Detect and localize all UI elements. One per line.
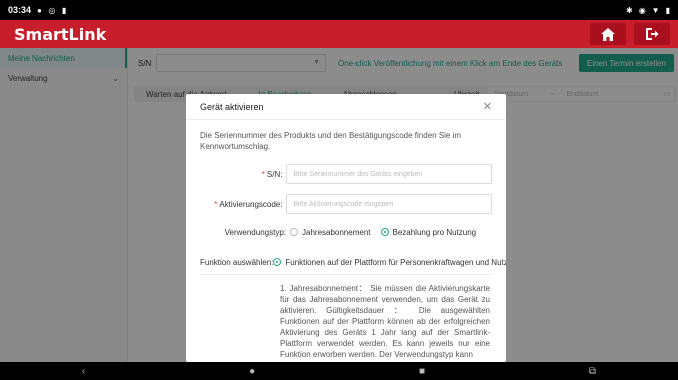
dialog-header: Gerät aktivieren ✕	[186, 94, 506, 120]
home-button[interactable]	[590, 23, 626, 45]
sn-label-text: S/N:	[266, 169, 283, 179]
function-label: Funktion auswählen:	[200, 257, 274, 267]
radio-label: Funktionen auf der Plattform für Persone…	[285, 257, 506, 267]
status-bar: 03:34 ● ◎ ▮ ✱ ◉ ▼ ▮	[0, 0, 678, 20]
logout-icon	[646, 28, 659, 40]
divider	[200, 274, 492, 275]
dialog-body: Die Seriennummer des Produkts und den Be…	[186, 120, 506, 362]
android-nav-bar: ‹ ● ■ ⧉	[0, 362, 678, 380]
recents-icon[interactable]: ■	[419, 366, 425, 377]
bluetooth-icon: ✱	[625, 5, 633, 15]
usage-type-label: Verwendungstyp:	[224, 227, 286, 237]
location-icon: ●	[37, 6, 42, 15]
code-label-text: Aktivierungscode:	[219, 199, 283, 209]
code-field-label: * Aktivierungscode:	[214, 199, 283, 209]
sn-input[interactable]: Bitte Seriennummer des Geräts eingeben	[286, 164, 492, 184]
dialog-description: Die Seriennummer des Produkts und den Be…	[200, 131, 462, 151]
home-icon	[601, 27, 615, 41]
radio-function-platform[interactable]: Funktionen auf der Plattform für Persone…	[273, 258, 506, 267]
dialog-title: Gerät aktivieren	[200, 101, 264, 112]
function-select-row: Funktion auswählen: Funktionen auf der P…	[200, 254, 506, 270]
radio-icon	[290, 228, 298, 236]
radio-selected-icon	[380, 228, 389, 236]
activation-code-input[interactable]: Bitte Aktivierungscode eingeben	[286, 194, 492, 214]
status-right-icons: ✱ ◉ ▼ ▮	[626, 6, 670, 15]
radio-annual-subscription[interactable]: Jahresabonnement	[290, 228, 371, 237]
status-left-icons: ● ◎ ▮	[37, 5, 70, 15]
app-icon: ◎	[48, 6, 56, 15]
usage-type-row: Verwendungstyp: Jahresabonnement Bezahlu…	[200, 224, 492, 240]
location-icon: ◉	[638, 5, 646, 15]
close-icon[interactable]: ✕	[483, 100, 492, 113]
logout-button[interactable]	[634, 23, 670, 45]
activate-device-dialog: Gerät aktivieren ✕ Die Seriennummer des …	[186, 94, 506, 362]
app-header: SmartLink	[0, 20, 678, 48]
status-time: 03:34	[8, 5, 32, 15]
battery-icon: ▮	[665, 5, 670, 15]
home-nav-icon[interactable]: ●	[249, 366, 255, 377]
subscription-info-text: 1. Jahresabonnement： Sie müssen die Akti…	[280, 284, 490, 359]
radio-label: Jahresabonnement	[302, 227, 371, 237]
radio-pay-per-use[interactable]: Bezahlung pro Nutzung	[380, 227, 477, 237]
screenshot-icon[interactable]: ⧉	[589, 366, 596, 377]
code-form-row: * Aktivierungscode: Bitte Aktivierungscod…	[200, 194, 492, 214]
sn-field-label: * S/N:	[261, 169, 283, 179]
brand-logo: SmartLink	[14, 24, 107, 44]
sn-form-row: * S/N: Bitte Seriennummer des Geräts eing…	[200, 164, 492, 184]
radio-selected-icon	[273, 258, 282, 266]
wifi-icon: ▼	[651, 5, 660, 15]
radio-label: Bezahlung pro Nutzung	[392, 227, 477, 237]
storage-icon: ▮	[61, 6, 67, 15]
back-icon[interactable]: ‹	[82, 366, 85, 377]
